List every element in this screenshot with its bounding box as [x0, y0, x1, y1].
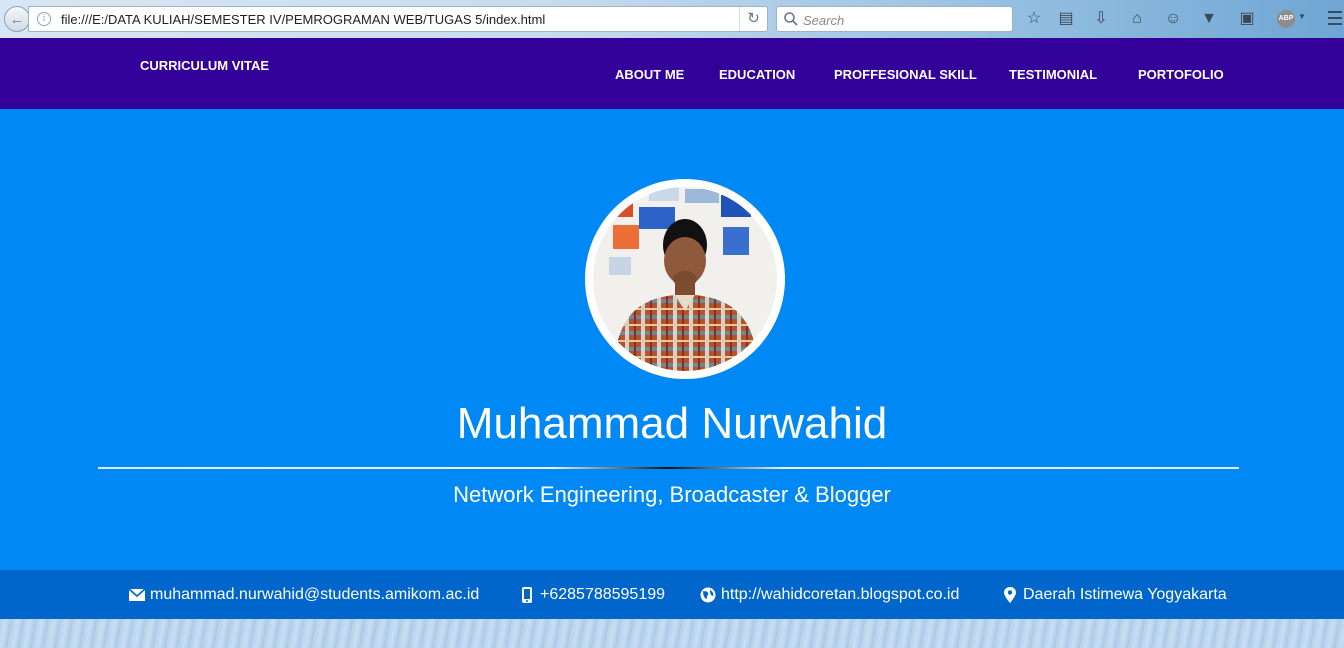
website-text[interactable]: http://wahidcoretan.blogspot.co.id [721, 586, 959, 604]
adblock-icon[interactable]: ABP [1277, 10, 1295, 28]
address-bar[interactable]: i file:///E:/DATA KULIAH/SEMESTER IV/PEM… [28, 6, 768, 32]
contact-phone[interactable]: +6285788595199 [518, 586, 665, 604]
site-navbar: CURRICULUM VITAE ABOUT ME EDUCATION PROF… [0, 38, 1344, 109]
smiley-icon[interactable]: ☺ [1163, 9, 1183, 29]
nav-item-education[interactable]: EDUCATION [719, 67, 795, 82]
phone-text[interactable]: +6285788595199 [540, 586, 665, 604]
home-icon[interactable]: ⌂ [1127, 9, 1147, 29]
search-icon [784, 12, 798, 26]
contact-bar: muhammad.nurwahid@students.amikom.ac.id … [0, 570, 1344, 619]
mobile-phone-icon [522, 587, 532, 603]
envelope-icon [128, 588, 146, 601]
info-icon[interactable]: i [37, 12, 51, 26]
reading-list-icon[interactable]: ▤ [1056, 9, 1076, 29]
screenshot-icon[interactable]: ▣ [1237, 9, 1257, 29]
profile-photo [593, 187, 777, 371]
map-pin-icon [1004, 587, 1016, 603]
hero-section: Muhammad Nurwahid Network Engineering, B… [0, 109, 1344, 570]
menu-icon[interactable] [1328, 11, 1342, 29]
search-placeholder: Search [803, 13, 845, 28]
pocket-icon[interactable]: ▼ [1199, 9, 1219, 29]
nav-item-portofolio[interactable]: PORTOFOLIO [1138, 67, 1224, 82]
bookmark-star-icon[interactable]: ☆ [1024, 9, 1044, 29]
nav-item-testimonial[interactable]: TESTIMONIAL [1009, 67, 1097, 82]
profile-tagline: Network Engineering, Broadcaster & Blogg… [453, 482, 891, 507]
page-background [0, 619, 1344, 648]
divider [98, 467, 1239, 469]
nav-item-about-me[interactable]: ABOUT ME [615, 67, 684, 82]
contact-email[interactable]: muhammad.nurwahid@students.amikom.ac.id [128, 586, 479, 604]
chevron-down-icon[interactable]: ▼ [1298, 12, 1306, 21]
site-brand[interactable]: CURRICULUM VITAE [140, 58, 269, 73]
search-input[interactable]: Search [776, 6, 1013, 32]
url-text[interactable]: file:///E:/DATA KULIAH/SEMESTER IV/PEMRO… [61, 12, 545, 27]
contact-location[interactable]: Daerah Istimewa Yogyakarta [1001, 586, 1227, 604]
nav-item-proffesional-skill[interactable]: PROFFESIONAL SKILL [834, 67, 977, 82]
globe-icon [700, 587, 716, 603]
reload-icon[interactable]: ↻ [739, 7, 767, 31]
profile-name: Muhammad Nurwahid [456, 399, 888, 448]
browser-toolbar: ← i file:///E:/DATA KULIAH/SEMESTER IV/P… [0, 0, 1344, 38]
email-text[interactable]: muhammad.nurwahid@students.amikom.ac.id [150, 586, 479, 604]
contact-website[interactable]: http://wahidcoretan.blogspot.co.id [699, 586, 959, 604]
location-text: Daerah Istimewa Yogyakarta [1023, 586, 1227, 603]
back-arrow-icon[interactable]: ← [4, 6, 30, 32]
avatar [585, 179, 785, 379]
download-icon[interactable]: ⇩ [1091, 9, 1111, 29]
